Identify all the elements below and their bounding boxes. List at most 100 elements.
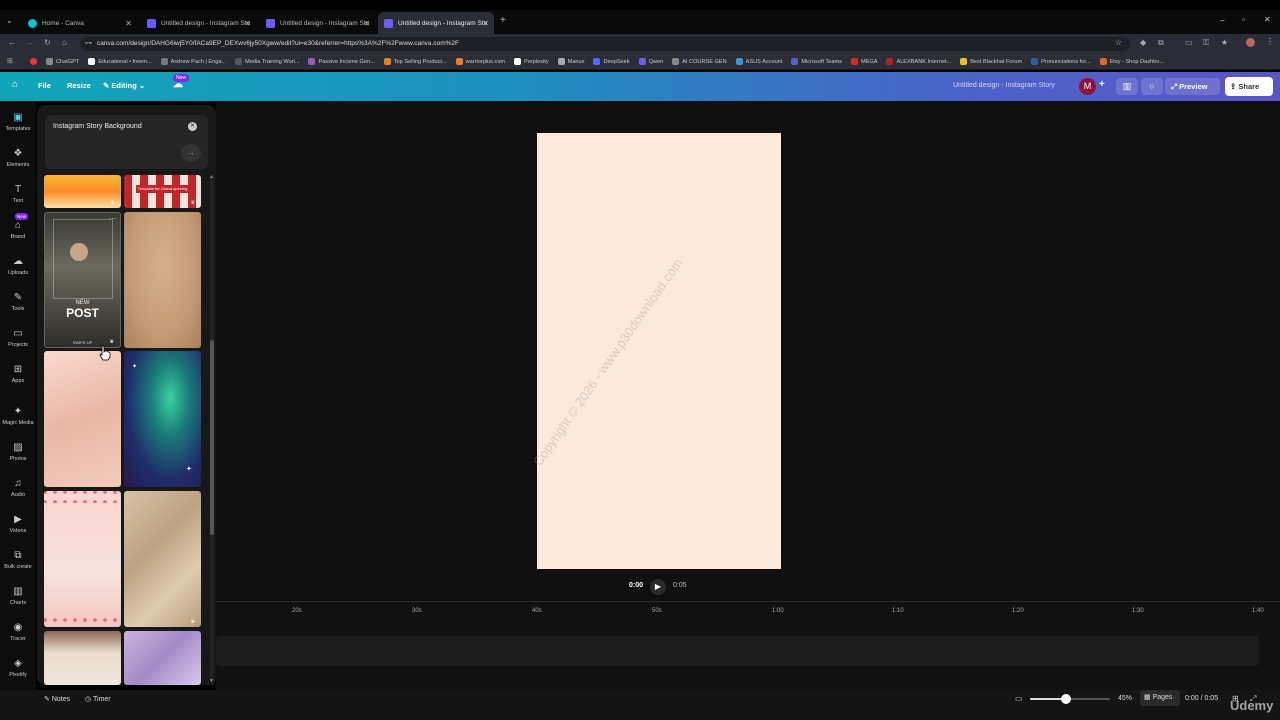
close-tab-icon[interactable]: ✕ [244,19,251,28]
bookmark-item[interactable]: Etsy - Shop Dashbo... [1099,58,1164,65]
insights-chart-icon[interactable]: ▥ [1116,78,1138,95]
rail-item-projects[interactable]: ▭ Projects [0,328,36,348]
preview-button[interactable]: ⤢ Preview [1165,78,1220,95]
template-thumbnail-new-post[interactable]: ⋯ NEW POST SWIPE UP ♛ [44,212,121,348]
reload-icon[interactable]: ↻ [44,38,51,47]
tab-list-icon[interactable]: ⌄ [6,16,13,25]
comment-icon[interactable]: ○ [1141,78,1163,95]
play-button[interactable]: ▶ [650,579,666,595]
bookmark-pin-icon[interactable] [30,58,37,65]
close-tab-icon[interactable]: ✕ [125,19,132,28]
rail-item-videos[interactable]: ▶ Videos [0,514,36,534]
scroll-up-icon[interactable]: ▲ [209,174,214,180]
rail-item-photos[interactable]: ▨ Photos [0,442,36,462]
rail-item-tracer[interactable]: ◉ Tracer [0,622,36,642]
browser-tab-design-1[interactable]: Untitled design - Instagram Sto ✕ [141,12,256,34]
bookmark-item[interactable]: Microsoft Teams [791,58,842,65]
close-tab-icon[interactable]: ✕ [363,19,370,28]
file-menu-button[interactable]: File [38,81,51,90]
extensions-puzzle-icon[interactable]: ⧉ [1158,38,1164,48]
template-thumbnail[interactable] [124,631,201,685]
bookmark-item[interactable]: Perplexity [514,58,549,65]
bookmark-item[interactable]: Andrew Pach | Enga... [160,58,226,65]
editing-mode-button[interactable]: ✎ Editing ⌄ [103,81,145,90]
zoom-percentage[interactable]: 45% [1118,695,1132,702]
back-icon[interactable]: ← [8,38,16,47]
bookmark-item[interactable]: warriorplus.com [455,58,505,65]
bookmark-item[interactable]: ALEXBANK Internet... [886,58,951,65]
timeline-track[interactable] [216,636,1259,666]
new-tab-icon[interactable]: + [500,15,506,26]
template-thumbnail[interactable]: Template for Grand opening ♛ [124,175,201,208]
bookmark-item[interactable]: Top Selling Product... [383,58,447,65]
bookmark-icon[interactable]: ★ [1221,38,1228,47]
rail-item-text[interactable]: T Text [0,184,36,204]
bookmark-item[interactable]: Pronunciations for... [1031,58,1091,65]
home-icon[interactable]: ⌂ [12,79,18,90]
close-window-icon[interactable]: ✕ [1264,15,1271,24]
bookmark-item[interactable]: Media Training Worl... [235,58,299,65]
close-tab-icon[interactable]: ✕ [482,19,489,28]
rail-item-charts[interactable]: ▥ Charts [0,586,36,606]
resize-button[interactable]: Resize [67,81,91,90]
maximize-icon[interactable]: ▫ [1242,15,1245,24]
zoom-slider-track[interactable] [1030,694,1110,704]
zoom-slider-knob[interactable] [1061,694,1071,704]
template-thumbnail[interactable]: ♛ [44,175,121,208]
rail-item-audio[interactable]: ♫ Audio [0,478,36,498]
rail-item-brand[interactable]: ⌂ Brand [0,220,36,240]
search-input[interactable]: Instagram Story Background [53,123,142,130]
pages-button[interactable]: ▦ Pages [1140,690,1180,706]
template-thumbnail-crumpled-paper[interactable]: ♛ [124,491,201,627]
more-options-icon[interactable]: ⋯ [109,215,116,223]
share-button[interactable]: ⇪ Share [1225,77,1273,96]
bookmark-item[interactable]: MEGA [850,58,877,65]
browser-tab-design-3-active[interactable]: Untitled design - Instagram Sto ✕ [378,12,494,34]
bookmark-item[interactable]: Educational • freem... [88,58,152,65]
search-box[interactable]: Instagram Story Background ✕ → [45,115,208,169]
rail-item-tools[interactable]: ✎ Tools [0,292,36,312]
template-thumbnail[interactable] [44,631,121,685]
bookmark-item[interactable]: DeepSeek [593,58,630,65]
template-thumbnail-pink-watercolor[interactable] [44,351,121,487]
bookmark-item[interactable]: Manus [557,58,584,65]
bookmark-item[interactable]: AI COURSE GEN [672,58,727,65]
profile-avatar-icon[interactable] [1246,38,1255,47]
submit-search-arrow-icon[interactable]: → [181,144,201,162]
site-info-icon[interactable]: ⊶ [85,39,92,47]
home-icon[interactable]: ⌂ [62,38,67,47]
cast-icon[interactable]: ▭ [1185,38,1193,47]
bookmark-item[interactable]: Qwen [638,58,663,65]
rail-item-pixelify[interactable]: ◈ Pixelify [0,658,36,678]
rail-item-uploads[interactable]: ☁ Uploads [0,256,36,276]
template-thumbnail-pink-floral[interactable] [44,491,121,627]
bookmark-item[interactable]: Best Blackhat Forum [960,58,1022,65]
rail-item-magic-media[interactable]: ✦ Magic Media [0,406,36,426]
timer-button[interactable]: ◷ Timer [85,695,111,703]
rail-item-apps[interactable]: ⊞ Apps [0,364,36,384]
page-view-icon[interactable]: ▭ [1015,694,1023,703]
browser-tab-home[interactable]: Home - Canva ✕ [22,12,137,34]
forward-icon[interactable]: → [26,38,34,47]
clear-search-icon[interactable]: ✕ [188,122,197,131]
rail-item-bulk-create[interactable]: ⧉ Bulk create [0,550,36,570]
notes-button[interactable]: ✎ Notes [44,695,70,703]
document-title[interactable]: Untitled design - Instagram Story [953,82,1055,89]
rail-item-elements[interactable]: ❖ Elements [0,148,36,168]
password-icon[interactable]: ⚿ [1203,38,1209,48]
minimize-icon[interactable]: – [1220,16,1224,25]
panel-scrollbar-thumb[interactable] [210,340,214,535]
bookmark-star-icon[interactable]: ☆ [1115,38,1122,47]
url-field[interactable]: ⊶ canva.com/design/DAHG6iwj5Y0/fACa9EP_D… [80,37,1130,51]
template-thumbnail-kraft-paper[interactable] [124,212,201,348]
browser-tab-design-2[interactable]: Untitled design - Instagram Sto ✕ [260,12,375,34]
apps-grid-icon[interactable]: ⊞ [7,57,13,65]
rail-item-templates[interactable]: ▣ Templates [0,112,36,132]
bookmark-item[interactable]: ChatGPT [46,58,79,65]
template-thumbnail-aurora[interactable]: ✦ ✦ [124,351,201,487]
bookmark-item[interactable]: Passive Income Gen... [308,58,375,65]
design-page[interactable] [537,133,781,569]
browser-menu-icon[interactable]: ⋮ [1266,37,1274,46]
extension-icon[interactable]: ◆ [1140,38,1146,47]
scroll-down-icon[interactable]: ▼ [209,678,214,684]
